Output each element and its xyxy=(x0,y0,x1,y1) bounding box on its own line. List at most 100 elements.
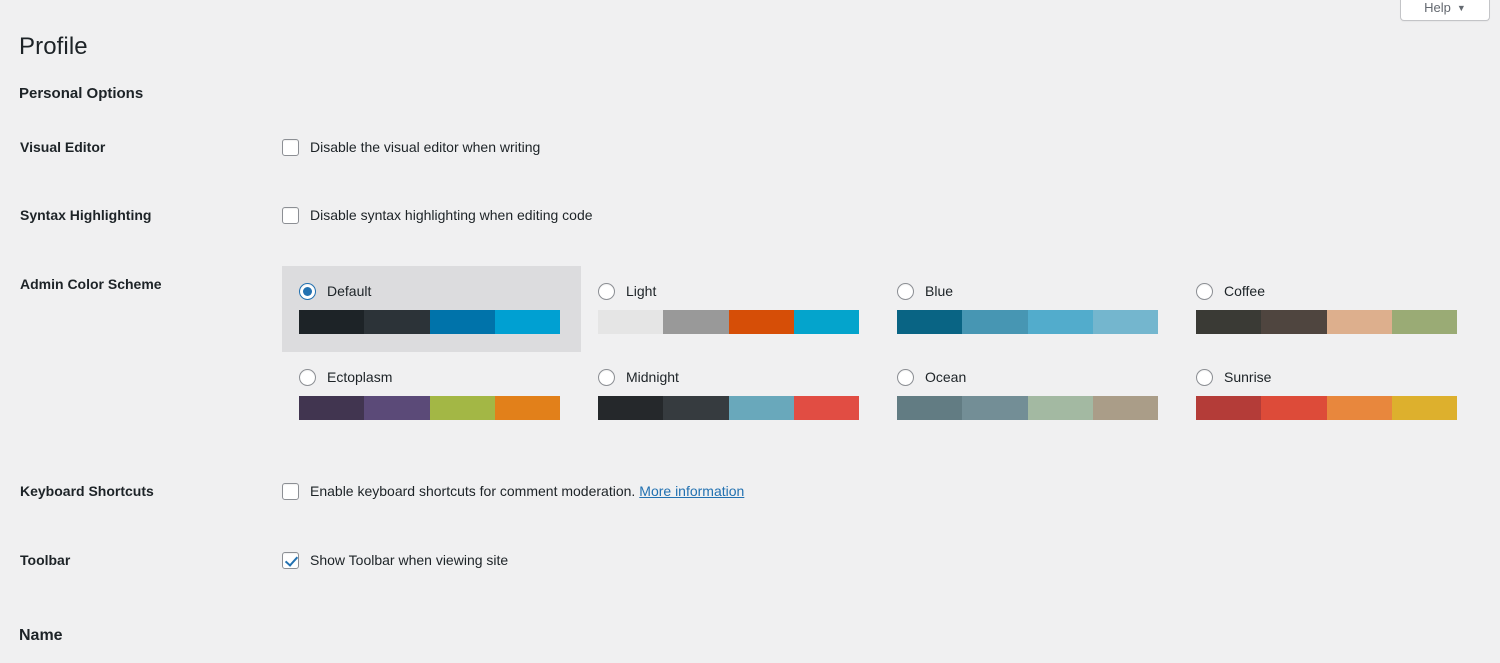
visual-editor-checkbox-row[interactable]: Disable the visual editor when writing xyxy=(282,137,540,157)
color-scheme-label-blue: Blue xyxy=(925,283,954,299)
keyboard-shortcuts-checkbox-label: Enable keyboard shortcuts for comment mo… xyxy=(310,483,636,499)
row-label-admin-color-scheme: Admin Color Scheme xyxy=(20,276,162,292)
swatch-light-1 xyxy=(598,310,664,334)
swatch-coffee-2 xyxy=(1261,310,1327,334)
swatch-ectoplasm-3 xyxy=(429,396,495,420)
syntax-highlighting-checkbox-row[interactable]: Disable syntax highlighting when editing… xyxy=(282,205,593,225)
page-title: Profile xyxy=(19,33,88,61)
swatch-ocean-4 xyxy=(1092,396,1158,420)
row-label-syntax-highlighting: Syntax Highlighting xyxy=(20,207,152,223)
swatch-coffee-3 xyxy=(1326,310,1392,334)
color-scheme-label-light: Light xyxy=(626,283,657,299)
color-scheme-option-sunrise[interactable]: Sunrise xyxy=(1179,352,1478,438)
row-field-syntax-highlighting: Disable syntax highlighting when editing… xyxy=(282,205,593,225)
swatch-blue-2 xyxy=(962,310,1028,334)
swatch-bar-coffee xyxy=(1196,310,1457,334)
row-label-visual-editor: Visual Editor xyxy=(20,139,106,155)
color-scheme-option-ectoplasm[interactable]: Ectoplasm xyxy=(282,352,581,438)
color-scheme-head-ocean: Ocean xyxy=(897,367,1162,387)
swatch-bar-blue xyxy=(897,310,1158,334)
row-field-keyboard-shortcuts: Enable keyboard shortcuts for comment mo… xyxy=(282,481,744,501)
color-scheme-head-blue: Blue xyxy=(897,281,1162,301)
swatch-default-2 xyxy=(364,310,430,334)
keyboard-shortcuts-checkbox-row[interactable]: Enable keyboard shortcuts for comment mo… xyxy=(282,481,744,501)
swatch-sunrise-2 xyxy=(1261,396,1327,420)
keyboard-shortcuts-checkbox[interactable] xyxy=(282,482,299,500)
color-scheme-option-midnight[interactable]: Midnight xyxy=(581,352,880,438)
toolbar-checkbox[interactable] xyxy=(282,551,299,569)
radio-coffee[interactable] xyxy=(1196,282,1213,300)
color-scheme-head-sunrise: Sunrise xyxy=(1196,367,1461,387)
swatch-default-1 xyxy=(299,310,365,334)
color-scheme-label-ocean: Ocean xyxy=(925,369,967,385)
swatch-bar-ocean xyxy=(897,396,1158,420)
swatch-default-4 xyxy=(494,310,560,334)
syntax-highlighting-checkbox-label: Disable syntax highlighting when editing… xyxy=(310,207,593,223)
radio-blue[interactable] xyxy=(897,282,914,300)
swatch-midnight-1 xyxy=(598,396,664,420)
help-tab-label: Help xyxy=(1424,0,1451,15)
radio-sunrise[interactable] xyxy=(1196,368,1213,386)
swatch-ectoplasm-2 xyxy=(364,396,430,420)
help-tab-button[interactable]: Help ▼ xyxy=(1400,0,1490,21)
swatch-light-3 xyxy=(728,310,794,334)
row-field-visual-editor: Disable the visual editor when writing xyxy=(282,137,540,157)
radio-ectoplasm[interactable] xyxy=(299,368,316,386)
swatch-bar-ectoplasm xyxy=(299,396,560,420)
swatch-midnight-4 xyxy=(793,396,859,420)
swatch-bar-default xyxy=(299,310,560,334)
color-scheme-head-midnight: Midnight xyxy=(598,367,863,387)
swatch-midnight-2 xyxy=(663,396,729,420)
visual-editor-checkbox[interactable] xyxy=(282,138,299,156)
color-scheme-option-ocean[interactable]: Ocean xyxy=(880,352,1179,438)
swatch-ectoplasm-4 xyxy=(494,396,560,420)
section-heading-name: Name xyxy=(19,627,63,645)
chevron-down-icon: ▼ xyxy=(1456,3,1466,13)
swatch-coffee-1 xyxy=(1196,310,1262,334)
radio-light[interactable] xyxy=(598,282,615,300)
swatch-ocean-1 xyxy=(897,396,963,420)
color-scheme-label-midnight: Midnight xyxy=(626,369,679,385)
color-scheme-row-2: Ectoplasm Midnight Ocean Sunrise xyxy=(282,352,1482,438)
toolbar-checkbox-label: Show Toolbar when viewing site xyxy=(310,552,509,568)
swatch-light-2 xyxy=(663,310,729,334)
more-information-link[interactable]: More information xyxy=(639,481,744,501)
color-scheme-head-coffee: Coffee xyxy=(1196,281,1461,301)
swatch-coffee-4 xyxy=(1391,310,1457,334)
radio-ocean[interactable] xyxy=(897,368,914,386)
color-scheme-option-blue[interactable]: Blue xyxy=(880,266,1179,352)
swatch-midnight-3 xyxy=(728,396,794,420)
visual-editor-checkbox-label: Disable the visual editor when writing xyxy=(310,139,541,155)
swatch-ocean-2 xyxy=(962,396,1028,420)
swatch-default-3 xyxy=(429,310,495,334)
color-scheme-option-light[interactable]: Light xyxy=(581,266,880,352)
color-scheme-row-1: Default Light Blue Coffee xyxy=(282,266,1482,352)
color-scheme-label-ectoplasm: Ectoplasm xyxy=(327,369,393,385)
toolbar-checkbox-row[interactable]: Show Toolbar when viewing site xyxy=(282,550,508,570)
color-scheme-head-ectoplasm: Ectoplasm xyxy=(299,367,564,387)
color-scheme-label-sunrise: Sunrise xyxy=(1224,369,1272,385)
swatch-blue-4 xyxy=(1092,310,1158,334)
color-scheme-head-light: Light xyxy=(598,281,863,301)
color-scheme-label-coffee: Coffee xyxy=(1224,283,1265,299)
swatch-bar-sunrise xyxy=(1196,396,1457,420)
swatch-blue-1 xyxy=(897,310,963,334)
swatch-sunrise-4 xyxy=(1391,396,1457,420)
row-label-toolbar: Toolbar xyxy=(20,552,71,568)
swatch-sunrise-1 xyxy=(1196,396,1262,420)
swatch-bar-light xyxy=(598,310,859,334)
admin-color-scheme-picker: Default Light Blue Coffee Ectoplasm Midn… xyxy=(282,266,1482,438)
radio-default[interactable] xyxy=(299,282,316,300)
color-scheme-label-default: Default xyxy=(327,283,372,299)
swatch-ocean-3 xyxy=(1027,396,1093,420)
syntax-highlighting-checkbox[interactable] xyxy=(282,206,299,224)
swatch-blue-3 xyxy=(1027,310,1093,334)
radio-midnight[interactable] xyxy=(598,368,615,386)
color-scheme-option-coffee[interactable]: Coffee xyxy=(1179,266,1478,352)
color-scheme-option-default[interactable]: Default xyxy=(282,266,581,352)
row-field-toolbar: Show Toolbar when viewing site xyxy=(282,550,508,570)
section-heading-personal-options: Personal Options xyxy=(19,85,144,103)
swatch-sunrise-3 xyxy=(1326,396,1392,420)
swatch-light-4 xyxy=(793,310,859,334)
swatch-ectoplasm-1 xyxy=(299,396,365,420)
